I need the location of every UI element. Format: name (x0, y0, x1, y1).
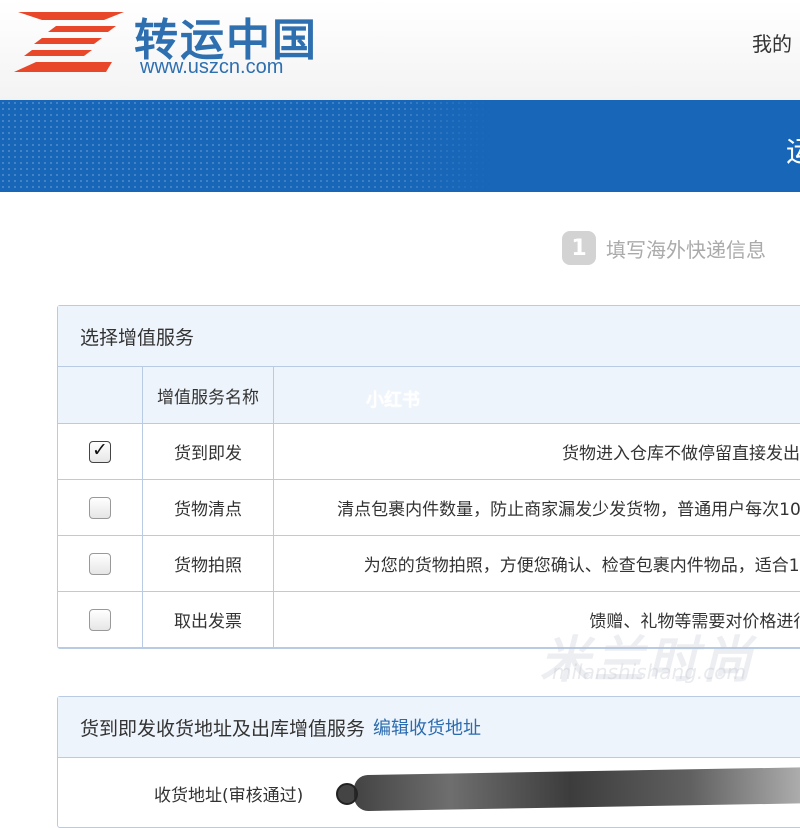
banner-title: 运 (786, 130, 800, 170)
redacted-address-scribble (354, 767, 800, 811)
service-description: 货物进入仓库不做停留直接发出， (274, 424, 800, 480)
world-map-dots (0, 100, 800, 192)
table-row: 货物拍照 为您的货物拍照，方便您确认、检查包裹内件物品，适合10( (58, 536, 800, 592)
checkbox[interactable] (89, 497, 111, 519)
step-number-badge: 1 (562, 231, 596, 265)
services-table: 增值服务名称 货到即发 货物进入仓库不做停留直接发出， 货物清点 清点包裹内件数… (58, 367, 800, 648)
select-cell (58, 536, 143, 592)
services-panel-title: 选择增值服务 (58, 306, 800, 367)
service-name: 取出发票 (143, 592, 274, 648)
step-indicator: 1 填写海外快递信息 (562, 230, 766, 266)
column-header-select (58, 367, 143, 424)
service-description: 为您的货物拍照，方便您确认、检查包裹内件物品，适合10( (274, 536, 800, 592)
table-header-row: 增值服务名称 (58, 367, 800, 424)
edit-address-link[interactable]: 编辑收货地址 (373, 714, 481, 740)
service-description: 清点包裹内件数量，防止商家漏发少发货物，普通用户每次10.0 (274, 480, 800, 536)
address-label: 收货地址(审核通过) (154, 781, 303, 806)
select-cell (58, 424, 143, 480)
address-panel-header: 货到即发收货地址及出库增值服务 编辑收货地址 (58, 697, 800, 758)
logo-z-icon (12, 6, 130, 78)
my-account-link[interactable]: 我的 (752, 28, 792, 57)
address-panel-title: 货到即发收货地址及出库增值服务 (80, 714, 365, 741)
column-header-description (274, 367, 800, 424)
service-name: 货到即发 (143, 424, 274, 480)
column-header-service-name: 增值服务名称 (143, 367, 274, 424)
table-row: 货到即发 货物进入仓库不做停留直接发出， (58, 424, 800, 480)
address-row: 收货地址(审核通过) (58, 757, 800, 807)
brand-watermark-url: milanshishang.com (552, 660, 746, 684)
service-name: 货物清点 (143, 480, 274, 536)
header-banner (0, 100, 800, 192)
site-header: 转运中国 www.uszcn.com 我的 (0, 0, 800, 100)
checkbox-checked[interactable] (89, 441, 111, 463)
checkbox[interactable] (89, 553, 111, 575)
step-label: 填写海外快递信息 (606, 234, 766, 263)
service-name: 货物拍照 (143, 536, 274, 592)
xiaohongshu-watermark: 小红书 (366, 386, 420, 412)
select-cell (58, 480, 143, 536)
table-row: 货物清点 清点包裹内件数量，防止商家漏发少发货物，普通用户每次10.0 (58, 480, 800, 536)
services-panel: 选择增值服务 增值服务名称 货到即发 货物进入仓库不做停留直接发出， 货物清点 … (57, 305, 800, 649)
logo-url: www.uszcn.com (140, 56, 283, 79)
select-cell (58, 592, 143, 648)
address-panel: 货到即发收货地址及出库增值服务 编辑收货地址 收货地址(审核通过) (57, 696, 800, 828)
checkbox[interactable] (89, 609, 111, 631)
